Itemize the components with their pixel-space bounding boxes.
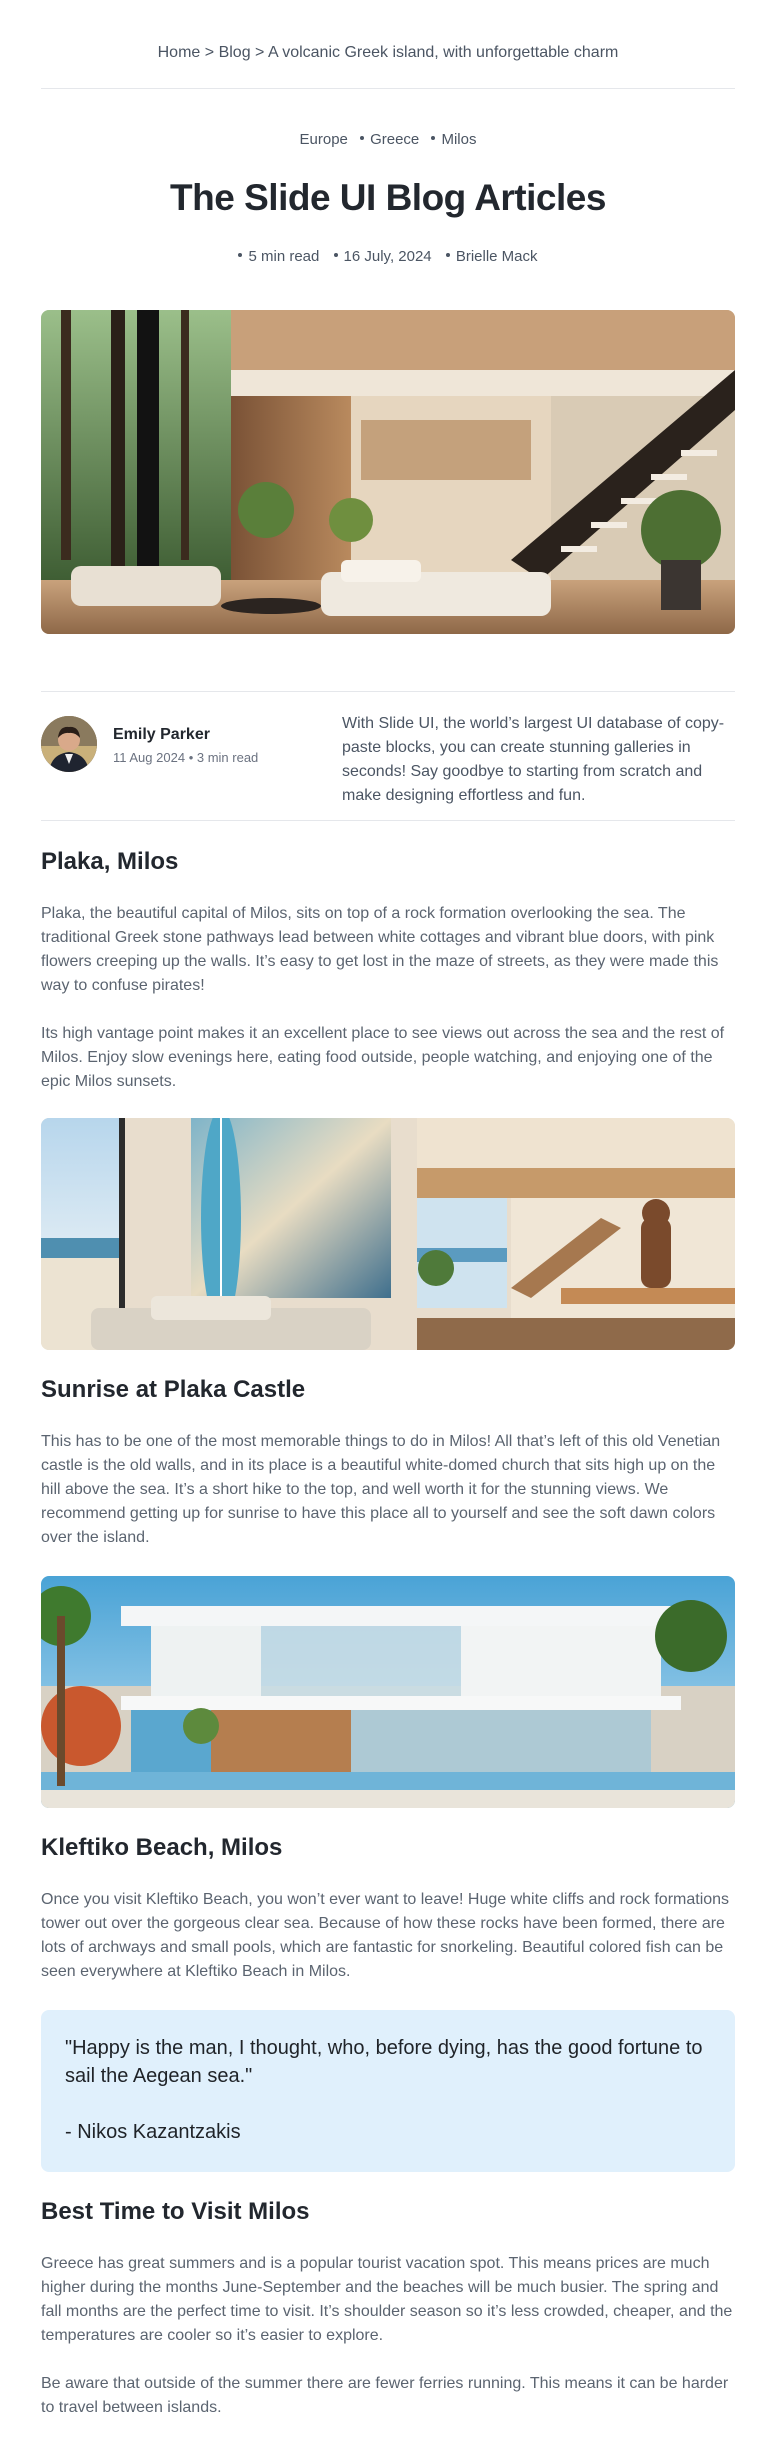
breadcrumb: Home > Blog > A volcanic Greek island, w… (41, 40, 735, 66)
section-paragraph: Its high vantage point makes it an excel… (41, 1025, 725, 1090)
bullet-dot (445, 253, 450, 258)
section-heading: Kleftiko Beach, Milos (41, 1834, 283, 1861)
author-link[interactable]: Brielle Mack (445, 245, 538, 269)
author-card: Emily Parker 11 Aug 2024 • 3 min read Wi… (41, 691, 735, 821)
bullet-separator: • (188, 750, 197, 765)
breadcrumb-separator: > (255, 44, 265, 61)
author-blurb: With Slide UI, the world’s largest UI da… (342, 715, 725, 804)
breadcrumb-current: A volcanic Greek island, with unforgetta… (267, 44, 619, 61)
page-title: The Slide UI Blog Articles (170, 177, 606, 218)
section-paragraph: Once you visit Kleftiko Beach, you won’t… (41, 1891, 730, 1980)
section-heading: Plaka, Milos (41, 848, 179, 875)
tag-greece[interactable]: Greece (360, 128, 419, 152)
quote-text: "Happy is the man, I thought, who, befor… (65, 2037, 703, 2087)
author-read-time: 3 min read (196, 750, 259, 765)
bullet-dot (431, 136, 436, 141)
tag-milos[interactable]: Milos (431, 128, 476, 152)
living-room-image (41, 1118, 735, 1350)
bullet-dot (360, 136, 365, 141)
quote-attribution: - Nikos Kazantzakis (65, 2121, 241, 2143)
hero-image (41, 310, 735, 634)
section-paragraph: Be aware that outside of the summer ther… (41, 2375, 729, 2416)
author-meta: 11 Aug 2024 • 3 min read (113, 750, 258, 765)
tag-list: Europe Greece Milos (41, 128, 735, 152)
villa-exterior-image (41, 1576, 735, 1808)
publish-date: 16 July, 2024 (333, 245, 432, 269)
breadcrumb-blog-link[interactable]: Blog (219, 44, 251, 61)
tag-europe[interactable]: Europe (300, 128, 348, 152)
section-heading: Best Time to Visit Milos (41, 2198, 310, 2225)
bullet-dot (238, 253, 243, 258)
section-paragraph: Greece has great summers and is a popula… (41, 2255, 733, 2344)
avatar[interactable] (41, 716, 97, 772)
read-time: 5 min read (238, 245, 319, 269)
header-divider (41, 88, 735, 89)
pull-quote: "Happy is the man, I thought, who, befor… (41, 2010, 735, 2172)
breadcrumb-home-link[interactable]: Home (158, 44, 201, 61)
bullet-dot (333, 253, 338, 258)
author-name[interactable]: Emily Parker (113, 726, 210, 744)
section-paragraph: Plaka, the beautiful capital of Milos, s… (41, 905, 719, 994)
blog-article-page: Home > Blog > A volcanic Greek island, w… (0, 0, 768, 2440)
section-paragraph: This has to be one of the most memorable… (41, 1433, 721, 1546)
article-meta: 5 min read 16 July, 2024 Brielle Mack (41, 245, 735, 269)
section-heading: Sunrise at Plaka Castle (41, 1376, 306, 1403)
author-date: 11 Aug 2024 (113, 750, 186, 765)
breadcrumb-separator: > (204, 44, 215, 61)
